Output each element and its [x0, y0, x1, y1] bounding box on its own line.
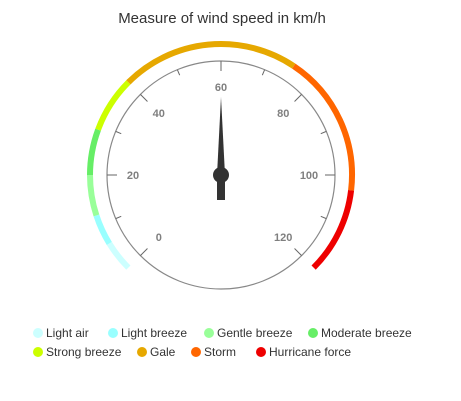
range-band-light-breeze [93, 214, 112, 246]
tick-label: 120 [274, 232, 292, 244]
legend-item-moderate-breeze[interactable]: Moderate breeze [308, 326, 412, 340]
legend-label: Gale [150, 345, 176, 359]
needle-pointer [217, 97, 225, 200]
major-tick [294, 94, 302, 102]
minor-tick [261, 69, 266, 76]
minor-tick [176, 69, 181, 76]
legend-label: Hurricane force [269, 345, 351, 359]
legend-marker [33, 328, 43, 338]
legend-item-gale[interactable]: Gale [137, 345, 176, 359]
legend-label: Storm [204, 345, 236, 359]
needle-pivot [213, 167, 229, 183]
tick-label: 20 [127, 170, 139, 182]
tick-label: 100 [300, 170, 318, 182]
tick-label: 80 [277, 108, 289, 120]
minor-tick [115, 215, 122, 220]
minor-tick [115, 130, 122, 135]
legend-marker [204, 328, 214, 338]
legend-label: Moderate breeze [321, 326, 412, 340]
chart-title: Measure of wind speed in km/h [118, 10, 326, 27]
legend-label: Strong breeze [46, 345, 122, 359]
legend-item-light-air[interactable]: Light air [33, 326, 89, 340]
legend-label: Gentle breeze [217, 326, 293, 340]
legend-label: Light breeze [121, 326, 187, 340]
range-band-light-air [106, 241, 131, 270]
legend-item-hurricane-force[interactable]: Hurricane force [256, 345, 351, 359]
major-tick [294, 248, 302, 256]
range-band-gale [126, 41, 296, 85]
legend-marker [256, 347, 266, 357]
legend[interactable]: Light air Light breeze Gentle breeze Modera… [33, 326, 412, 359]
legend-item-gentle-breeze[interactable]: Gentle breeze [204, 326, 293, 340]
legend-label: Light air [46, 326, 89, 340]
tick-label: 60 [215, 82, 227, 94]
legend-item-storm[interactable]: Storm [191, 345, 236, 359]
legend-marker [191, 347, 201, 357]
legend-marker [33, 347, 43, 357]
major-tick [140, 248, 148, 256]
range-band-gentle-breeze [87, 174, 100, 217]
minor-tick [320, 130, 327, 135]
range-band-strong-breeze [95, 80, 131, 131]
legend-marker [137, 347, 147, 357]
legend-item-strong-breeze[interactable]: Strong breeze [33, 345, 122, 359]
legend-item-light-breeze[interactable]: Light breeze [108, 326, 187, 340]
legend-marker [108, 328, 118, 338]
legend-marker [308, 328, 318, 338]
tick-label: 0 [156, 232, 162, 244]
needle [213, 97, 229, 200]
wind-speed-gauge-chart: Measure of wind speed in km/h 0 20 40 60 80 1… [33, 10, 412, 359]
tick-label: 40 [153, 108, 165, 120]
minor-tick [320, 215, 327, 220]
range-band-moderate-breeze [87, 128, 101, 176]
major-tick [140, 94, 148, 102]
